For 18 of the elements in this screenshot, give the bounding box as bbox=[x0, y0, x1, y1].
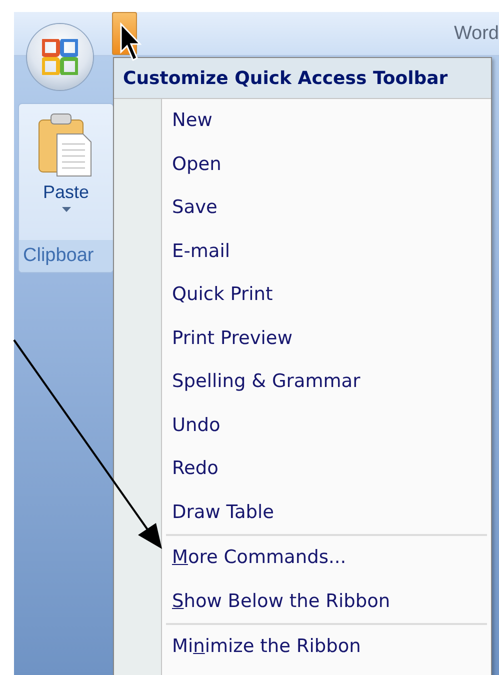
menu-item[interactable]: Redo bbox=[162, 447, 491, 490]
menu-item[interactable]: Print Preview bbox=[162, 316, 491, 360]
menu-item[interactable]: Quick Print bbox=[162, 273, 491, 316]
menu-item[interactable]: Show Below the Ribbon bbox=[162, 580, 491, 623]
menu-item[interactable]: Open bbox=[162, 142, 491, 186]
paste-button[interactable]: Paste bbox=[19, 104, 113, 240]
menu-item[interactable]: Undo bbox=[162, 404, 491, 447]
menu-item[interactable]: New bbox=[162, 99, 491, 142]
menu-item[interactable]: More Commands... bbox=[162, 536, 491, 580]
menu-item[interactable]: Save bbox=[162, 186, 491, 230]
office-logo-icon bbox=[42, 39, 78, 75]
group-label: Clipboar bbox=[19, 240, 113, 272]
menu-item[interactable]: Minimize the Ribbon bbox=[162, 625, 491, 668]
window-title: Word bbox=[454, 22, 499, 44]
menu-item[interactable]: Draw Table bbox=[162, 490, 491, 534]
menu-item[interactable]: Spelling & Grammar bbox=[162, 360, 491, 404]
menu-item[interactable]: E-mail bbox=[162, 230, 491, 273]
menu-header: Customize Quick Access Toolbar bbox=[114, 58, 491, 99]
